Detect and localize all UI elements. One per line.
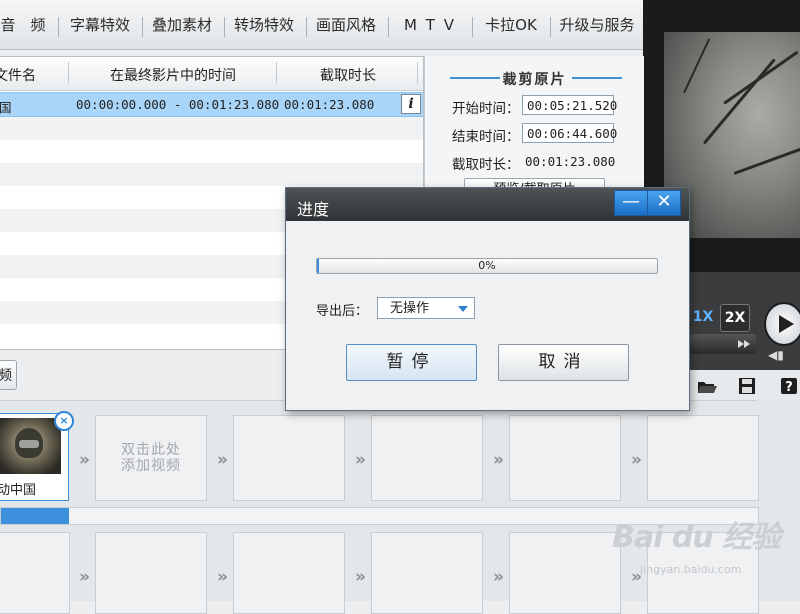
empty-slot[interactable] xyxy=(233,532,345,614)
export-after-label: 导出后： xyxy=(316,304,369,319)
duration-value: 00:01:23.080 xyxy=(525,154,616,169)
play-icon xyxy=(779,315,794,333)
table-row[interactable] xyxy=(0,163,423,186)
trim-panel-title: 裁剪原片 xyxy=(502,72,567,88)
add-video-line1: 双击此处 xyxy=(121,442,181,458)
tab-separator xyxy=(472,17,473,37)
tab-karaoke[interactable]: 卡拉OK xyxy=(478,14,544,36)
add-video-placeholder: 双击此处 添加视频 xyxy=(96,442,206,474)
chevron-right-icon: » xyxy=(79,450,90,470)
chevron-right-icon: » xyxy=(217,567,228,587)
clip-name-label: 动中国 xyxy=(0,483,37,498)
clip-thumbnail xyxy=(0,418,61,474)
export-after-select[interactable]: 无操作 xyxy=(377,297,475,319)
tab-mtv[interactable]: M T V xyxy=(394,14,466,36)
folder-open-icon[interactable] xyxy=(696,376,718,396)
end-time-label: 结束时间： xyxy=(452,129,520,145)
seek-slider[interactable] xyxy=(690,334,756,354)
pause-button[interactable]: 暂停 xyxy=(346,344,477,381)
header-final-time[interactable]: 在最终影片中的时间 xyxy=(110,65,236,85)
progress-dialog: 进度 — ✕ 0% 导出后： 无操作 暂停 取消 xyxy=(285,187,690,411)
export-progress-bar: 0% xyxy=(316,258,658,274)
close-icon[interactable]: × xyxy=(54,411,74,431)
chevron-right-icon: » xyxy=(631,450,642,470)
volume-icon[interactable]: ◀▮ xyxy=(768,348,784,362)
start-time-label: 开始时间： xyxy=(452,101,520,117)
row-time-range: 00:00:00.000 - 00:01:23.080 xyxy=(76,97,280,112)
chevron-right-icon: » xyxy=(355,450,366,470)
dialog-title-bar[interactable]: 进度 — ✕ xyxy=(286,188,689,221)
add-video-slot[interactable]: 双击此处 添加视频 xyxy=(95,415,207,501)
speed-2x-button[interactable]: 2X xyxy=(720,304,750,332)
cancel-button[interactable]: 取消 xyxy=(498,344,629,381)
chevron-right-icon: » xyxy=(493,567,504,587)
dialog-title: 进度 xyxy=(297,200,330,219)
header-duration[interactable]: 截取时长 xyxy=(320,65,376,85)
empty-slot[interactable] xyxy=(509,532,621,614)
table-row[interactable] xyxy=(0,117,423,140)
empty-slot[interactable] xyxy=(371,415,483,501)
empty-slot[interactable] xyxy=(647,415,759,501)
start-time-field[interactable]: 00:05:21.520 xyxy=(522,95,617,115)
table-row-selected[interactable]: 国 00:00:00.000 - 00:01:23.080 00:01:23.0… xyxy=(0,92,423,117)
tab-separator xyxy=(224,17,225,37)
empty-slot[interactable] xyxy=(233,415,345,501)
tab-style[interactable]: 画面风格 xyxy=(310,14,382,36)
minimize-icon[interactable]: — xyxy=(614,190,648,216)
tab-separator xyxy=(550,17,551,37)
svg-text:?: ? xyxy=(785,380,793,395)
skip-forward-icon xyxy=(738,340,750,348)
empty-slot[interactable] xyxy=(509,415,621,501)
chevron-right-icon: » xyxy=(79,567,90,587)
watermark-logo: Bai du 经验 xyxy=(612,520,781,555)
chevron-down-icon xyxy=(458,306,468,312)
tab-upgrade[interactable]: 升级与服务 xyxy=(554,14,640,36)
top-tab-bar: 音 频 字幕特效 叠加素材 转场特效 画面风格 M T V 卡拉OK 升级与服务 xyxy=(0,0,643,50)
speed-1x-button[interactable]: 1X xyxy=(690,304,716,330)
timeline-track-fill xyxy=(1,508,69,524)
tab-separator xyxy=(142,17,143,37)
tab-separator xyxy=(58,17,59,37)
row-filename: 国 xyxy=(0,100,12,115)
tab-audio[interactable]: 音 频 xyxy=(0,14,48,36)
tab-subtitle[interactable]: 字幕特效 xyxy=(64,14,136,36)
tab-separator xyxy=(306,17,307,37)
chevron-right-icon: » xyxy=(217,450,228,470)
empty-slot[interactable] xyxy=(371,532,483,614)
tab-separator xyxy=(388,17,389,37)
add-video-button[interactable]: 频 xyxy=(0,360,17,390)
play-button[interactable] xyxy=(764,302,800,346)
save-icon[interactable] xyxy=(736,376,758,396)
progress-percent: 0% xyxy=(478,259,496,272)
row-duration: 00:01:23.080 xyxy=(284,97,375,112)
chevron-right-icon: » xyxy=(355,567,366,587)
duration-label: 截取时长： xyxy=(452,157,520,173)
table-row[interactable] xyxy=(0,140,423,163)
clip-table-header: 文件名 在最终影片中的时间 截取时长 xyxy=(0,57,423,91)
empty-slot[interactable] xyxy=(0,532,70,614)
export-after-value: 无操作 xyxy=(390,301,430,316)
add-video-line2: 添加视频 xyxy=(121,458,181,474)
tab-overlay[interactable]: 叠加素材 xyxy=(146,14,218,36)
empty-slot[interactable] xyxy=(95,532,207,614)
timeline-scroll-area xyxy=(757,400,800,600)
tab-transition[interactable]: 转场特效 xyxy=(228,14,300,36)
watermark-url: jingyan.baidu.com xyxy=(640,563,742,576)
close-icon[interactable]: ✕ xyxy=(647,190,681,216)
end-time-field[interactable]: 00:06:44.600 xyxy=(522,123,617,143)
chevron-right-icon: » xyxy=(493,450,504,470)
help-icon[interactable]: ? xyxy=(778,376,800,396)
info-icon[interactable]: i xyxy=(401,94,421,114)
header-filename[interactable]: 文件名 xyxy=(0,65,36,85)
